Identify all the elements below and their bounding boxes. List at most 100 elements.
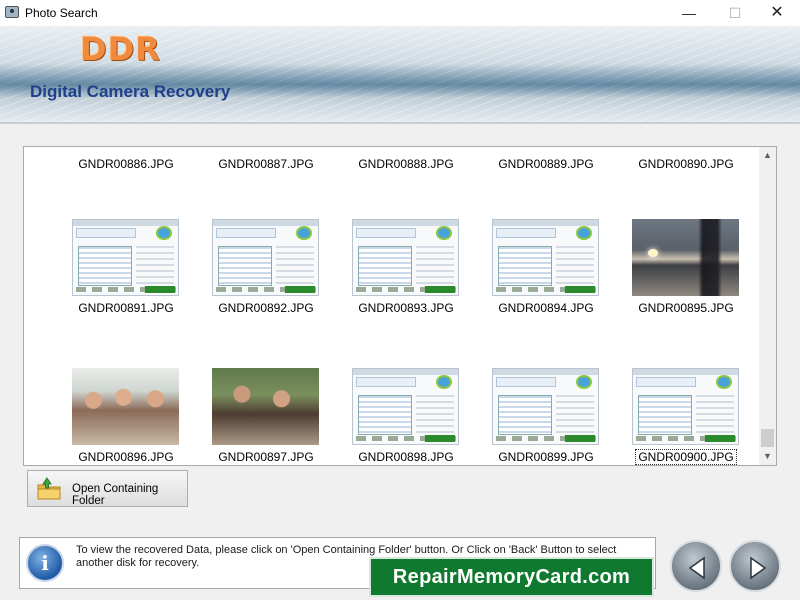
screenshot-detail xyxy=(218,246,272,286)
screenshot-detail xyxy=(705,435,735,442)
ddr-logo: DDR xyxy=(80,30,161,68)
screenshot-detail xyxy=(498,246,552,286)
photo-thumbnail xyxy=(212,368,319,445)
screenshot-detail xyxy=(136,246,174,286)
scroll-up-icon[interactable]: ▲ xyxy=(759,147,776,164)
screenshot-detail xyxy=(416,395,454,435)
header-banner: DDR Digital Camera Recovery xyxy=(0,26,800,122)
screenshot-detail xyxy=(436,375,452,389)
screenshot-detail xyxy=(358,246,412,286)
screenshot-detail xyxy=(576,375,592,389)
minimize-button[interactable]: — xyxy=(666,0,712,26)
screenshot-detail xyxy=(216,228,276,238)
screenshot-detail xyxy=(296,226,312,240)
open-containing-folder-button[interactable]: Open Containing Folder xyxy=(27,470,188,507)
close-button[interactable]: ✕ xyxy=(754,0,800,26)
thumbnail-filename: GNDR00893.JPG xyxy=(336,301,476,315)
filename-text: GNDR00887.JPG xyxy=(218,157,314,171)
thumbnail-item[interactable]: GNDR00896.JPG xyxy=(56,368,196,465)
filename-text: GNDR00890.JPG xyxy=(638,157,734,171)
software-screenshot-thumbnail xyxy=(212,219,319,296)
software-screenshot-thumbnail xyxy=(352,368,459,445)
screenshot-detail xyxy=(565,435,595,442)
filename-text: GNDR00894.JPG xyxy=(498,301,594,315)
next-arrow-icon xyxy=(750,556,767,580)
thumbnail-item[interactable]: GNDR00894.JPG xyxy=(476,219,616,319)
thumbnail-item[interactable]: GNDR00890.JPG xyxy=(616,147,756,175)
thumbnail-filename: GNDR00886.JPG xyxy=(56,157,196,171)
screenshot-detail xyxy=(576,226,592,240)
photo-thumbnail xyxy=(632,219,739,296)
thumbnail-filename: GNDR00892.JPG xyxy=(196,301,336,315)
title-bar: Photo Search — ☐ ✕ xyxy=(0,0,800,26)
screenshot-detail xyxy=(565,286,595,293)
folder-icon xyxy=(37,477,61,500)
next-button[interactable] xyxy=(729,540,781,592)
screenshot-detail xyxy=(636,377,696,387)
thumbnail-item[interactable]: GNDR00887.JPG xyxy=(196,147,336,175)
thumbnail-item[interactable]: GNDR00899.JPG xyxy=(476,368,616,465)
thumbnail-grid[interactable]: ▲ ▼ GNDR00886.JPG GNDR00887.JPG GNDR00888.… xyxy=(23,146,777,466)
thumbnail-item[interactable]: GNDR00895.JPG xyxy=(616,219,756,319)
filename-text: GNDR00893.JPG xyxy=(358,301,454,315)
open-folder-label: Open Containing Folder xyxy=(72,483,159,507)
filename-text: GNDR00900.JPG xyxy=(635,449,737,465)
product-name: Digital Camera Recovery xyxy=(30,82,231,101)
thumbnail-filename: GNDR00890.JPG xyxy=(616,157,756,171)
filename-text: GNDR00895.JPG xyxy=(638,301,734,315)
thumbnail-item[interactable]: GNDR00892.JPG xyxy=(196,219,336,319)
thumbnail-item[interactable]: GNDR00897.JPG xyxy=(196,368,336,465)
thumbnail-item[interactable]: GNDR00889.JPG xyxy=(476,147,616,175)
thumbnail-item[interactable]: GNDR00886.JPG xyxy=(56,147,196,175)
thumbnail-item[interactable]: GNDR00891.JPG xyxy=(56,219,196,319)
back-arrow-icon xyxy=(688,556,705,580)
filename-text: GNDR00896.JPG xyxy=(78,450,174,464)
screenshot-detail xyxy=(716,375,732,389)
back-button[interactable] xyxy=(670,540,722,592)
photo-thumbnail xyxy=(72,368,179,445)
software-screenshot-thumbnail xyxy=(632,368,739,445)
thumbnail-filename: GNDR00889.JPG xyxy=(476,157,616,171)
thumbnail-filename: GNDR00900.JPG xyxy=(616,449,756,465)
screenshot-detail xyxy=(638,395,692,435)
filename-text: GNDR00886.JPG xyxy=(78,157,174,171)
screenshot-detail xyxy=(436,226,452,240)
thumbnail-filename: GNDR00895.JPG xyxy=(616,301,756,315)
thumbnail-filename: GNDR00887.JPG xyxy=(196,157,336,171)
screenshot-detail xyxy=(356,228,416,238)
app-icon xyxy=(5,6,19,18)
filename-text: GNDR00891.JPG xyxy=(78,301,174,315)
software-screenshot-thumbnail xyxy=(352,219,459,296)
thumbnail-filename: GNDR00888.JPG xyxy=(336,157,476,171)
screenshot-detail xyxy=(556,246,594,286)
scroll-thumb[interactable] xyxy=(761,429,774,447)
thumbnail-item[interactable]: GNDR00898.JPG xyxy=(336,368,476,465)
thumbnail-filename: GNDR00894.JPG xyxy=(476,301,616,315)
filename-text: GNDR00899.JPG xyxy=(498,450,594,464)
screenshot-detail xyxy=(425,435,455,442)
screenshot-detail xyxy=(556,395,594,435)
website-banner: RepairMemoryCard.com xyxy=(369,557,654,597)
filename-text: GNDR00892.JPG xyxy=(218,301,314,315)
maximize-button[interactable]: ☐ xyxy=(712,0,758,26)
screenshot-detail xyxy=(76,228,136,238)
vertical-scrollbar[interactable]: ▲ ▼ xyxy=(759,147,776,465)
scroll-down-icon[interactable]: ▼ xyxy=(759,448,776,465)
screenshot-detail xyxy=(358,395,412,435)
screenshot-detail xyxy=(285,286,315,293)
thumbnail-item[interactable]: GNDR00900.JPG xyxy=(616,368,756,465)
thumbnail-filename: GNDR00898.JPG xyxy=(336,450,476,464)
thumbnail-item[interactable]: GNDR00888.JPG xyxy=(336,147,476,175)
screenshot-detail xyxy=(498,395,552,435)
screenshot-detail xyxy=(696,395,734,435)
screenshot-detail xyxy=(276,246,314,286)
screenshot-detail xyxy=(416,246,454,286)
screenshot-detail xyxy=(496,228,556,238)
thumbnail-item[interactable]: GNDR00893.JPG xyxy=(336,219,476,319)
screenshot-detail xyxy=(425,286,455,293)
filename-text: GNDR00897.JPG xyxy=(218,450,314,464)
screenshot-detail xyxy=(145,286,175,293)
software-screenshot-thumbnail xyxy=(72,219,179,296)
thumbnail-filename: GNDR00896.JPG xyxy=(56,450,196,464)
thumbnail-filename: GNDR00899.JPG xyxy=(476,450,616,464)
